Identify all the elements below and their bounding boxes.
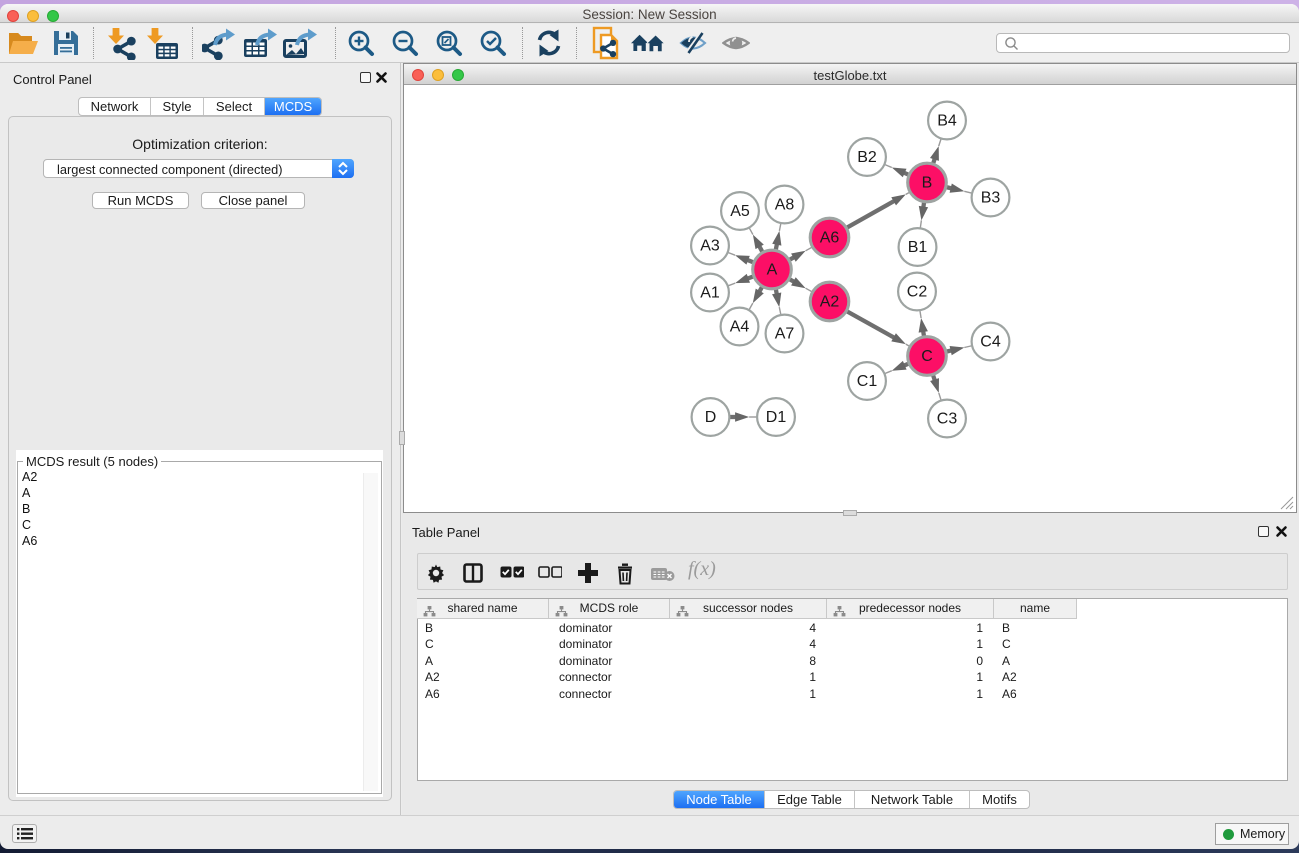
svg-text:C1: C1 — [857, 373, 878, 390]
svg-text:A2: A2 — [820, 294, 840, 311]
svg-text:B1: B1 — [908, 239, 928, 256]
svg-text:D1: D1 — [766, 409, 787, 426]
svg-text:B2: B2 — [857, 149, 877, 166]
svg-text:A8: A8 — [775, 197, 795, 214]
svg-text:A5: A5 — [730, 203, 750, 220]
svg-text:A7: A7 — [775, 326, 795, 343]
svg-text:B4: B4 — [937, 113, 957, 130]
svg-text:C: C — [921, 348, 933, 365]
svg-text:D: D — [705, 409, 717, 426]
svg-text:C3: C3 — [937, 411, 958, 428]
svg-text:C4: C4 — [980, 334, 1001, 351]
svg-text:B: B — [922, 175, 933, 192]
svg-text:C2: C2 — [907, 284, 928, 301]
svg-text:A: A — [767, 262, 778, 279]
svg-text:A3: A3 — [700, 238, 720, 255]
svg-text:A4: A4 — [730, 319, 750, 336]
svg-text:A1: A1 — [700, 285, 720, 302]
svg-text:A6: A6 — [820, 230, 840, 247]
svg-text:B3: B3 — [981, 190, 1001, 207]
